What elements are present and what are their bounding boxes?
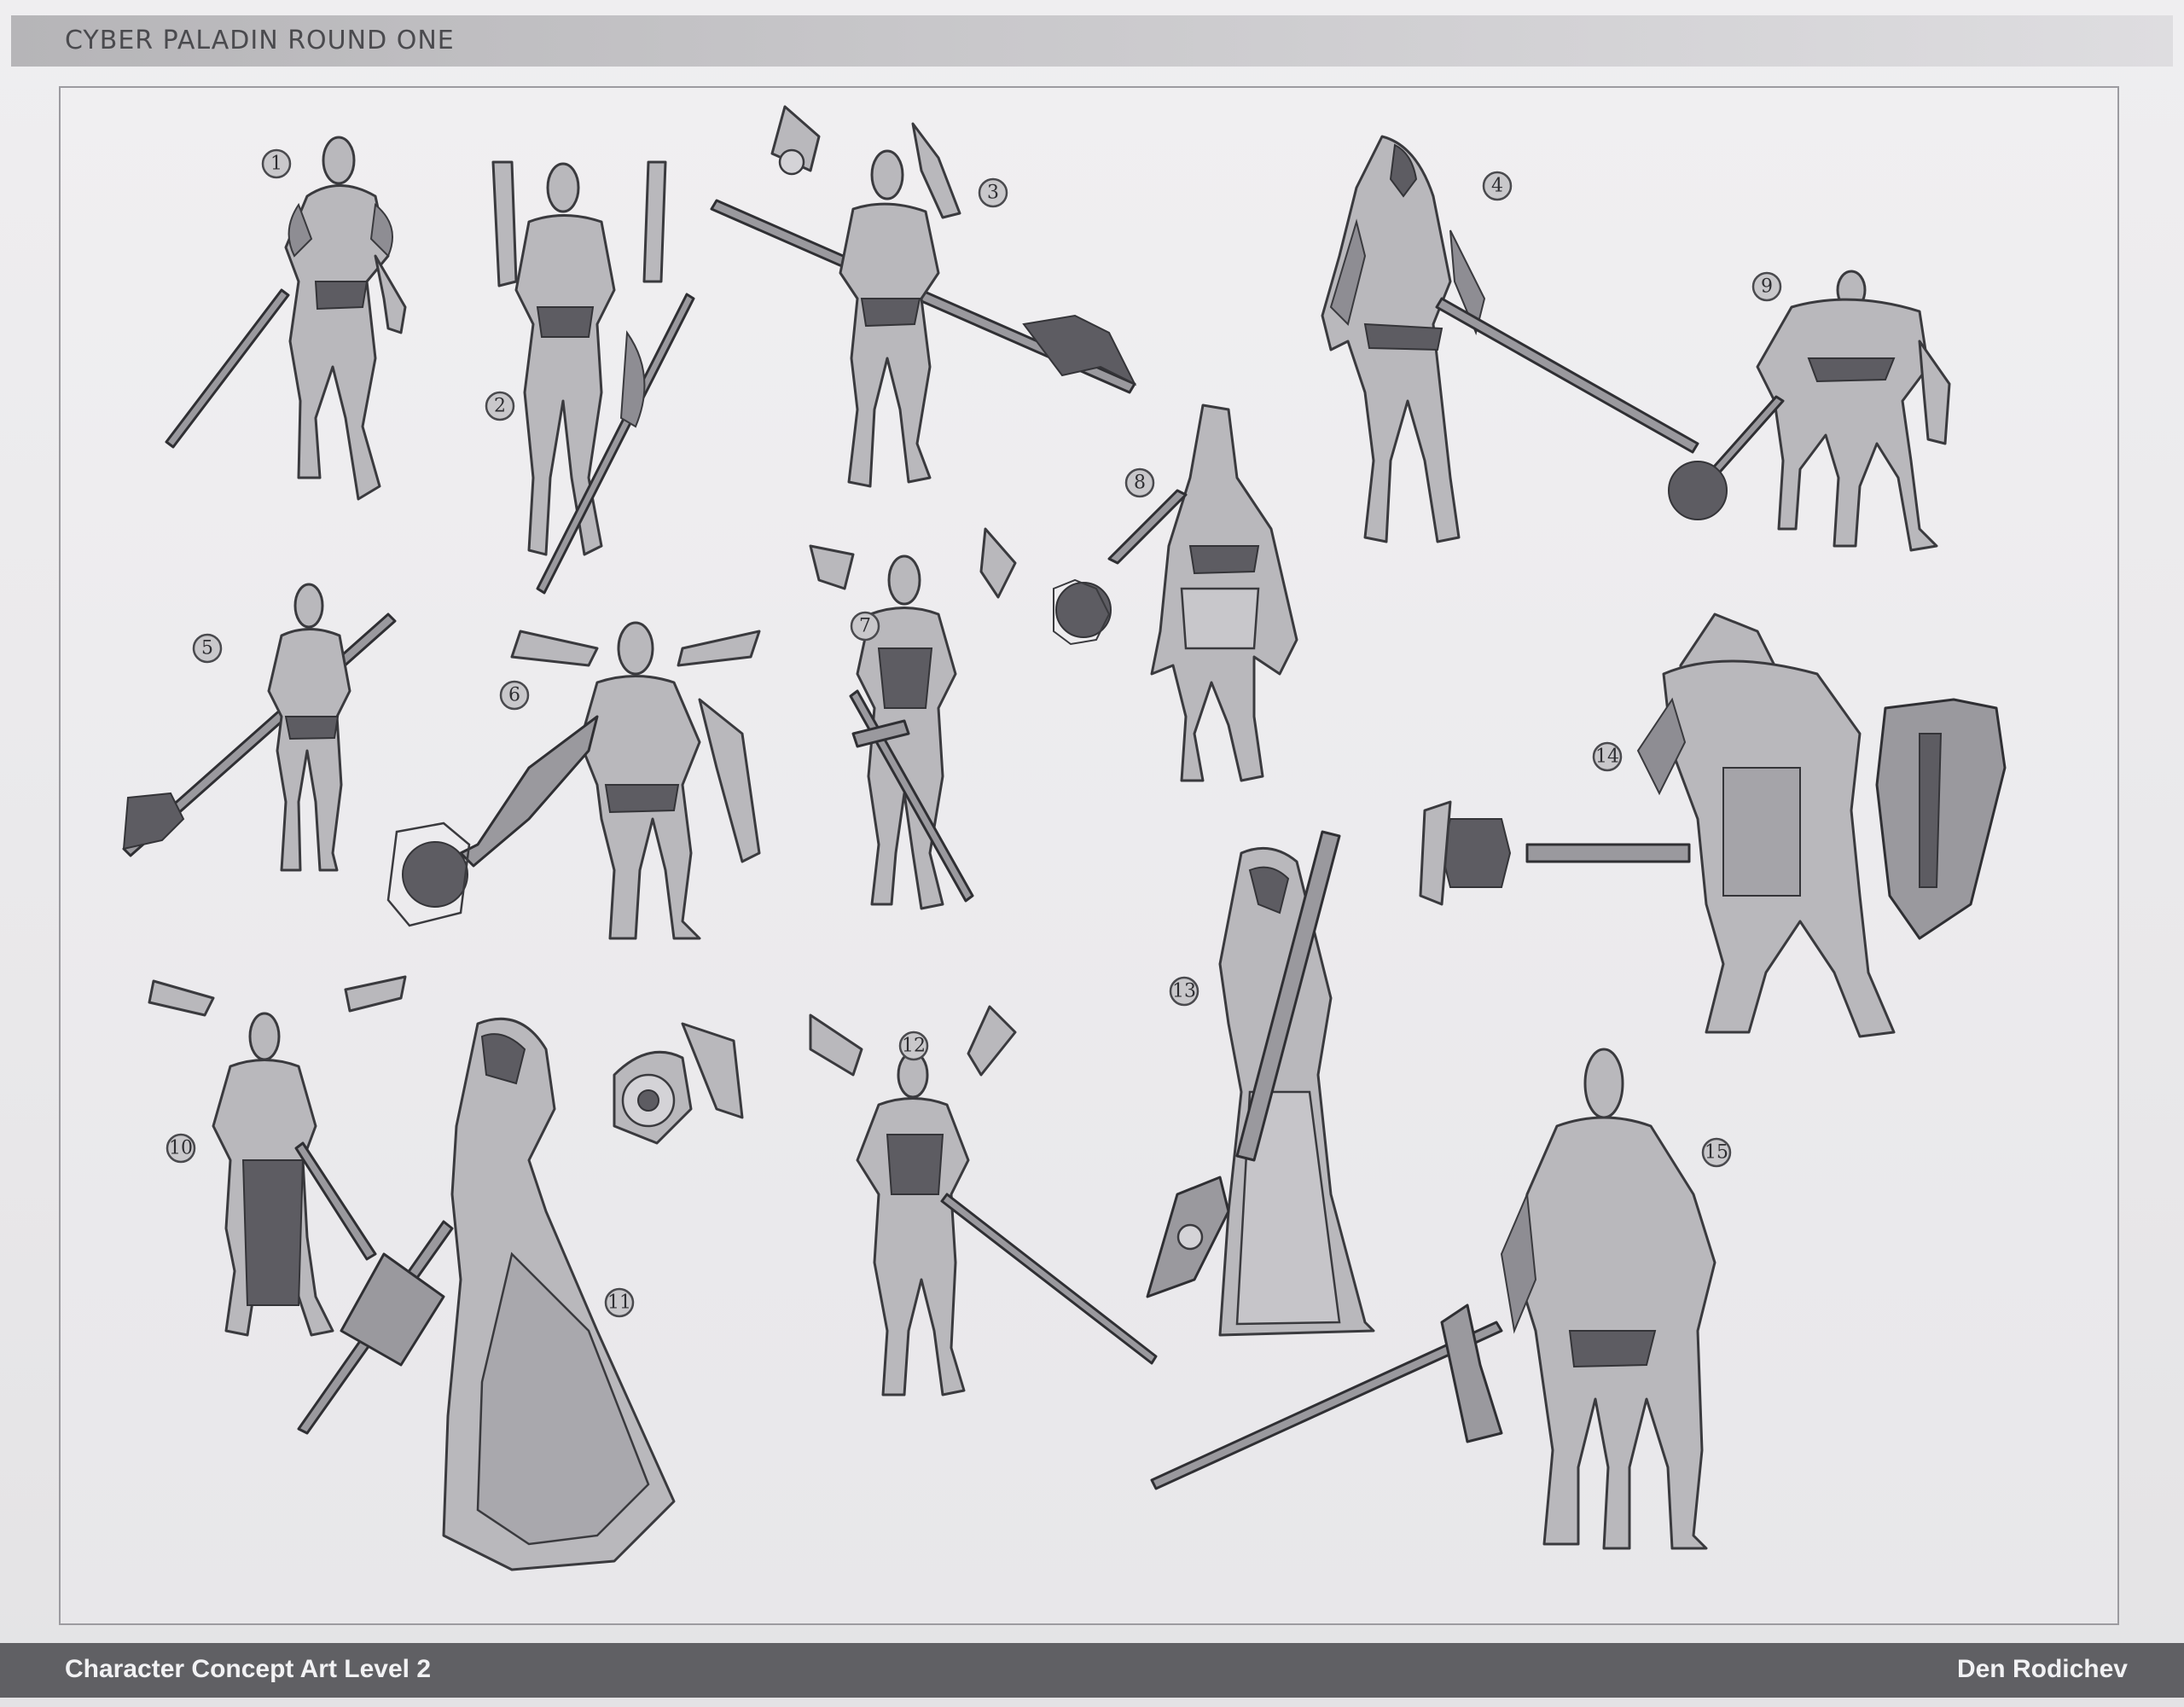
course-label: Character Concept Art Level 2 (65, 1655, 432, 1683)
character-sketch-9 (1668, 270, 1951, 552)
svg-text:9: 9 (1761, 276, 1773, 298)
character-sketch-7 (809, 527, 1017, 910)
figure-badge-10: 10 (166, 1133, 196, 1164)
figure-badge-5: 5 (192, 633, 223, 664)
character-sketch-5 (122, 583, 397, 872)
character-sketch-6 (386, 621, 761, 940)
svg-text:15: 15 (1705, 1142, 1728, 1164)
svg-text:1: 1 (270, 154, 282, 175)
figure-badge-11: 11 (604, 1287, 635, 1318)
character-sketch-12 (809, 1005, 1158, 1396)
figure-badge-14: 14 (1592, 741, 1623, 772)
footer-bar: Character Concept Art Level 2 Den Rodich… (0, 1643, 2184, 1698)
character-sketch-13 (1146, 830, 1375, 1337)
svg-text:2: 2 (494, 396, 506, 417)
character-sketch-2 (491, 160, 695, 595)
svg-text:10: 10 (169, 1138, 193, 1159)
svg-text:5: 5 (201, 638, 213, 659)
character-sketch-3 (710, 105, 1137, 488)
svg-text:14: 14 (1595, 746, 1619, 768)
figure-badge-4: 4 (1482, 171, 1513, 201)
character-sketch-1 (165, 136, 407, 501)
figure-badge-12: 12 (898, 1031, 929, 1061)
figure-badge-1: 1 (261, 148, 292, 179)
svg-text:8: 8 (1134, 473, 1146, 494)
figure-badge-6: 6 (499, 680, 530, 711)
figure-badge-2: 2 (485, 391, 515, 421)
character-sketches: 1 2 3 4 5 6 7 8 9 10 11 12 13 14 15 (122, 105, 2007, 1571)
svg-text:7: 7 (859, 616, 871, 637)
figure-badge-15: 15 (1701, 1137, 1732, 1168)
svg-text:11: 11 (607, 1292, 631, 1314)
figure-badge-3: 3 (978, 177, 1008, 208)
figure-badge-7: 7 (850, 611, 880, 642)
character-sketch-8 (1053, 404, 1298, 782)
figure-badge-13: 13 (1169, 976, 1199, 1007)
character-sketch-4 (1321, 135, 1699, 543)
character-sketch-11 (297, 1017, 744, 1571)
figure-badge-9: 9 (1751, 271, 1782, 302)
svg-text:6: 6 (508, 685, 520, 706)
svg-text:4: 4 (1491, 176, 1503, 197)
character-sketch-14 (1419, 613, 2007, 1038)
svg-text:3: 3 (987, 183, 999, 204)
figure-badge-8: 8 (1124, 467, 1155, 498)
svg-text:13: 13 (1172, 981, 1196, 1002)
artist-name: Den Rodichev (1956, 1655, 2128, 1683)
svg-text:12: 12 (902, 1036, 926, 1057)
